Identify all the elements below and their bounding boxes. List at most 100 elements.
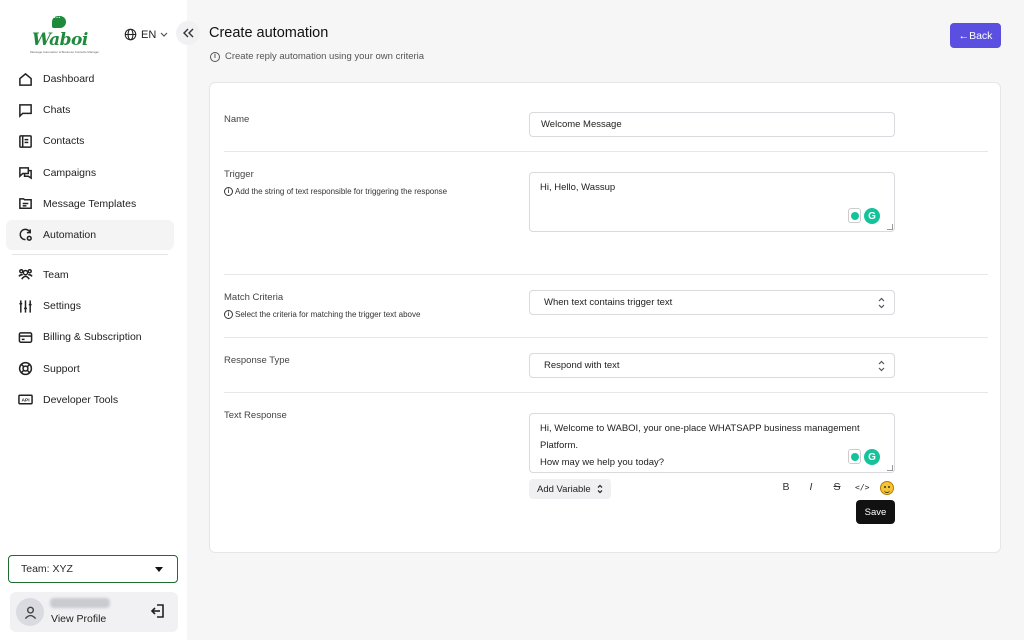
text-response-line: How may we help you today? xyxy=(540,457,665,468)
sidebar-item-label: Dashboard xyxy=(43,73,95,85)
text-response-line: Platform. xyxy=(540,440,579,451)
lifebuoy-icon xyxy=(18,361,33,376)
sidebar-item-support[interactable]: Support xyxy=(6,354,174,384)
sidebar-item-campaigns[interactable]: Campaigns xyxy=(6,158,174,188)
card-icon xyxy=(18,331,33,343)
select-arrows-icon xyxy=(878,360,885,372)
italic-button[interactable]: I xyxy=(804,481,818,493)
caret-down-icon xyxy=(155,566,163,572)
page-title: Create automation xyxy=(209,25,329,41)
collapse-sidebar-button[interactable] xyxy=(176,21,200,45)
sidebar-item-label: Automation xyxy=(43,228,97,241)
sliders-icon xyxy=(19,300,32,313)
code-button[interactable]: </> xyxy=(855,483,869,492)
match-criteria-help-text: Select the criteria for matching the tri… xyxy=(235,310,421,319)
strikethrough-button[interactable]: S xyxy=(830,481,844,493)
team-select-value: Team: XYZ xyxy=(21,563,73,575)
chevron-down-icon xyxy=(160,32,168,37)
campaigns-icon xyxy=(19,167,32,180)
api-icon: API xyxy=(18,394,33,405)
back-button[interactable]: ←Back xyxy=(950,23,1001,48)
sidebar-item-developer-tools[interactable]: API Developer Tools xyxy=(6,385,174,415)
resize-handle[interactable] xyxy=(887,465,893,471)
waboi-logo[interactable]: Waboi Message Automation & Business Cont… xyxy=(28,12,99,56)
sidebar-item-label: Campaigns xyxy=(43,166,97,179)
automation-icon xyxy=(19,229,32,242)
bulb-icon xyxy=(848,449,861,464)
trigger-help: i Add the string of text responsible for… xyxy=(224,187,447,196)
profile-card[interactable]: View Profile xyxy=(10,592,178,632)
text-response-label: Text Response xyxy=(224,410,287,421)
sidebar: Waboi Message Automation & Business Cont… xyxy=(0,0,187,640)
trigger-help-text: Add the string of text responsible for t… xyxy=(235,187,448,196)
globe-icon xyxy=(124,28,137,41)
row-divider xyxy=(224,392,988,393)
sidebar-item-label: Chats xyxy=(43,104,71,117)
sidebar-item-contacts[interactable]: Contacts xyxy=(6,126,174,156)
team-select[interactable]: Team: XYZ xyxy=(8,555,178,583)
save-button[interactable]: Save xyxy=(856,500,895,524)
select-arrows-icon xyxy=(878,297,885,309)
match-criteria-label: Match Criteria xyxy=(224,292,284,303)
team-icon xyxy=(18,269,33,281)
info-icon: i xyxy=(224,310,233,319)
add-variable-label: Add Variable xyxy=(537,483,591,495)
resize-handle[interactable] xyxy=(887,224,893,230)
row-divider xyxy=(224,274,988,275)
response-type-select[interactable]: Respond with text xyxy=(529,353,895,378)
sidebar-item-label: Billing & Subscription xyxy=(43,331,142,344)
emoji-icon[interactable] xyxy=(880,481,894,495)
trigger-value: Hi, Hello, Wassup xyxy=(540,182,616,193)
add-variable-button[interactable]: Add Variable xyxy=(529,479,611,499)
grammarly-widget[interactable]: G xyxy=(848,208,880,224)
bold-button[interactable]: B xyxy=(779,481,793,493)
chevrons-left-icon xyxy=(183,28,194,38)
language-label: EN xyxy=(141,28,157,41)
response-type-label: Response Type xyxy=(224,355,290,366)
user-icon xyxy=(24,606,36,619)
view-profile-link[interactable]: View Profile xyxy=(51,613,106,625)
logo-tagline: Message Automation & Business Contacts M… xyxy=(30,50,100,54)
sidebar-item-message-templates[interactable]: Message Templates xyxy=(6,189,174,219)
template-icon xyxy=(19,198,32,210)
sidebar-item-billing[interactable]: Billing & Subscription xyxy=(6,322,174,352)
grammarly-icon: G xyxy=(864,208,880,224)
home-icon xyxy=(19,72,32,86)
match-criteria-value: When text contains trigger text xyxy=(544,297,673,308)
sidebar-item-team[interactable]: Team xyxy=(6,260,174,290)
row-divider xyxy=(224,151,988,152)
response-type-value: Respond with text xyxy=(544,360,620,371)
page-subtitle-text: Create reply automation using your own c… xyxy=(225,51,425,62)
sidebar-item-label: Message Templates xyxy=(43,197,137,210)
grammarly-widget[interactable]: G xyxy=(848,449,880,465)
sidebar-item-dashboard[interactable]: Dashboard xyxy=(6,64,174,94)
sidebar-nav: Dashboard Chats Contacts Campaigns Messa… xyxy=(6,64,174,416)
language-selector[interactable]: EN xyxy=(124,28,168,41)
sidebar-item-label: Team xyxy=(43,268,69,281)
sidebar-item-label: Support xyxy=(43,362,80,375)
contacts-icon xyxy=(19,135,32,148)
trigger-textarea[interactable]: Hi, Hello, Wassup G xyxy=(529,172,895,232)
match-criteria-select[interactable]: When text contains trigger text xyxy=(529,290,895,315)
svg-text:API: API xyxy=(21,398,30,404)
sidebar-item-label: Developer Tools xyxy=(43,393,119,406)
logout-button[interactable] xyxy=(150,603,166,619)
sidebar-item-chats[interactable]: Chats xyxy=(6,95,174,125)
bulb-icon xyxy=(848,208,861,223)
sidebar-item-automation[interactable]: Automation xyxy=(6,219,174,250)
chat-bubble-icon xyxy=(52,12,66,28)
info-icon: i xyxy=(210,51,220,62)
name-input[interactable]: Welcome Message xyxy=(529,112,895,137)
sidebar-item-label: Settings xyxy=(43,300,81,313)
row-divider xyxy=(224,337,988,338)
text-response-textarea[interactable]: Hi, Welcome to WABOI, your one-place WHA… xyxy=(529,413,895,473)
page-subtitle: i Create reply automation using your own… xyxy=(210,51,424,62)
profile-name-redacted xyxy=(50,598,110,608)
avatar xyxy=(16,598,44,626)
match-criteria-help: i Select the criteria for matching the t… xyxy=(224,310,420,319)
grammarly-icon: G xyxy=(864,449,880,465)
logout-icon xyxy=(150,604,164,618)
sidebar-item-settings[interactable]: Settings xyxy=(6,291,174,321)
automation-form-card: Name Welcome Message Trigger i Add the s… xyxy=(209,82,1001,553)
logo-text: Waboi xyxy=(32,30,88,50)
